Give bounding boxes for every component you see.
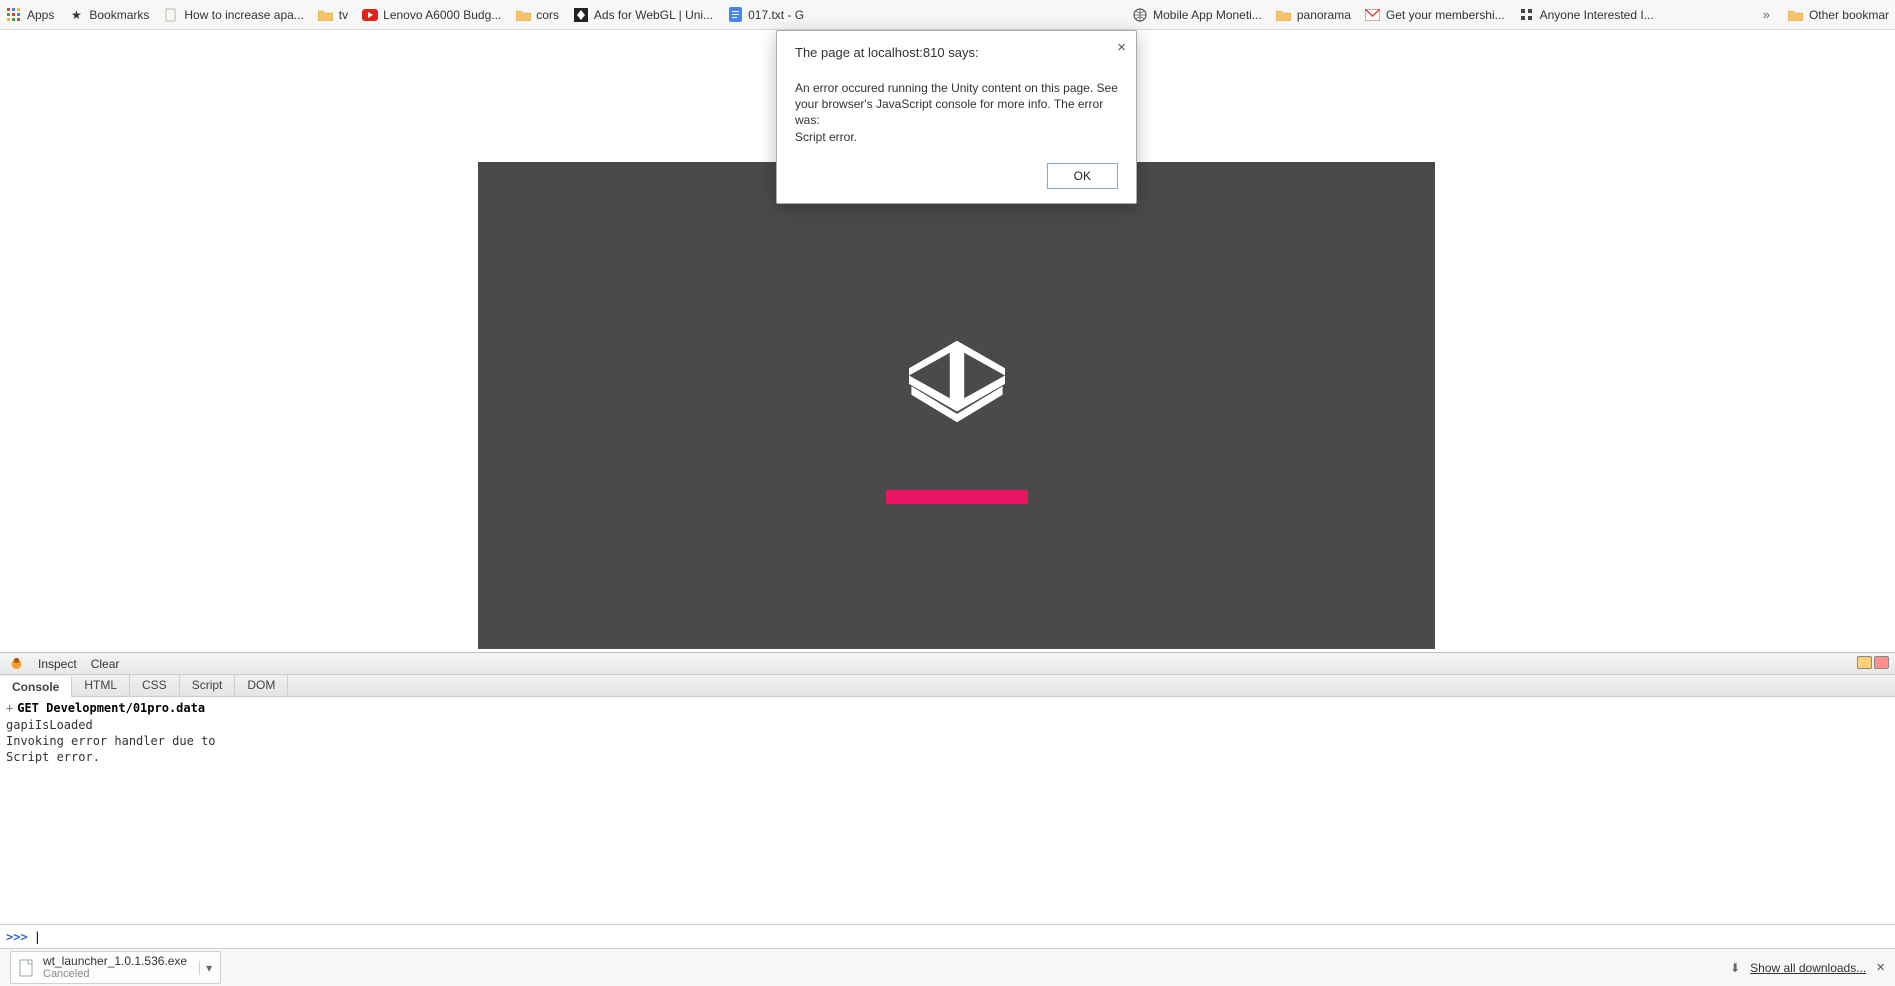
bookmark-label: cors xyxy=(536,8,559,22)
apps-grid-icon xyxy=(6,7,22,23)
download-filename: wt_launcher_1.0.1.536.exe xyxy=(43,955,187,968)
devtools-minimize-button[interactable] xyxy=(1857,656,1872,669)
bookmark-label: Get your membershi... xyxy=(1386,8,1505,22)
bookmark-label: Bookmarks xyxy=(89,8,149,22)
loading-progress-bar xyxy=(886,490,1028,504)
bookmarks-overflow-chevron[interactable]: » xyxy=(1759,7,1774,22)
folder-icon xyxy=(1276,7,1292,23)
devtools-toolbar: Inspect Clear xyxy=(0,653,1895,675)
unity-icon xyxy=(573,7,589,23)
grid-icon xyxy=(1519,7,1535,23)
download-item[interactable]: wt_launcher_1.0.1.536.exe Canceled ▾ xyxy=(10,951,221,984)
expand-toggle-icon[interactable]: + xyxy=(6,701,13,715)
devtools-tab-dom[interactable]: DOM xyxy=(235,675,288,696)
unity-logo-icon xyxy=(897,333,1017,458)
bookmark-gmail[interactable]: Get your membershi... xyxy=(1365,7,1505,23)
bookmark-label: Mobile App Moneti... xyxy=(1153,8,1262,22)
alert-title: The page at localhost:810 says: xyxy=(795,45,1118,60)
bookmark-link[interactable]: How to increase apa... xyxy=(163,7,303,23)
download-menu-chevron[interactable]: ▾ xyxy=(199,961,212,975)
bookmark-label: 017.txt - G xyxy=(748,8,804,22)
folder-icon xyxy=(515,7,531,23)
bookmark-label: Other bookmar xyxy=(1809,8,1889,22)
bookmark-label: Apps xyxy=(27,8,54,22)
devtools-close-button[interactable] xyxy=(1874,656,1889,669)
bookmark-folder-tv[interactable]: tv xyxy=(318,7,348,23)
show-all-downloads-link[interactable]: Show all downloads... xyxy=(1750,961,1866,975)
bookmark-unity[interactable]: Ads for WebGL | Uni... xyxy=(573,7,713,23)
console-log-line: gapiIsLoaded xyxy=(6,717,1889,733)
page-content: × The page at localhost:810 says: An err… xyxy=(0,30,1895,652)
bookmark-label: Ads for WebGL | Uni... xyxy=(594,8,713,22)
unity-player-canvas xyxy=(478,162,1435,649)
bookmark-other-folder[interactable]: Other bookmar xyxy=(1788,7,1889,23)
download-text: wt_launcher_1.0.1.536.exe Canceled xyxy=(43,955,187,980)
console-log-line: Invoking error handler due to xyxy=(6,733,1889,749)
devtools-tab-css[interactable]: CSS xyxy=(130,675,180,696)
file-icon xyxy=(19,959,35,977)
bookmark-label: How to increase apa... xyxy=(184,8,303,22)
close-downloads-bar-button[interactable]: × xyxy=(1876,959,1885,976)
alert-ok-button[interactable]: OK xyxy=(1047,163,1118,189)
folder-icon xyxy=(1788,7,1804,23)
bookmark-link[interactable]: Mobile App Moneti... xyxy=(1132,7,1262,23)
bookmark-folder-panorama[interactable]: panorama xyxy=(1276,7,1351,23)
devtools-window-controls xyxy=(1857,656,1889,669)
devtools-tab-script[interactable]: Script xyxy=(180,675,236,696)
bookmarks-bar: Apps ★ Bookmarks How to increase apa... … xyxy=(0,0,1895,30)
bookmark-label: tv xyxy=(339,8,348,22)
bookmark-bookmarks[interactable]: ★ Bookmarks xyxy=(68,7,149,23)
alert-close-button[interactable]: × xyxy=(1117,39,1126,56)
bookmark-youtube[interactable]: Lenovo A6000 Budg... xyxy=(362,7,501,23)
bookmark-folder-cors[interactable]: cors xyxy=(515,7,559,23)
gdoc-icon xyxy=(727,7,743,23)
console-log-line: Script error. xyxy=(6,749,1889,765)
devtools-clear-button[interactable]: Clear xyxy=(91,657,120,671)
youtube-icon xyxy=(362,7,378,23)
devtools-tab-html[interactable]: HTML xyxy=(72,675,130,696)
devtools-inspect-button[interactable]: Inspect xyxy=(38,657,77,671)
devtools-console-input-row[interactable]: >>> xyxy=(0,924,1895,948)
bookmark-gdoc[interactable]: 017.txt - G xyxy=(727,7,804,23)
download-status: Canceled xyxy=(43,968,187,980)
alert-body: An error occured running the Unity conte… xyxy=(795,80,1118,145)
bookmark-label: panorama xyxy=(1297,8,1351,22)
bookmark-apps[interactable]: Apps xyxy=(6,7,54,23)
devtools-panel: Inspect Clear Console HTML CSS Script DO… xyxy=(0,652,1895,948)
bookmark-label: Anyone Interested I... xyxy=(1540,8,1654,22)
devtools-tabs: Console HTML CSS Script DOM xyxy=(0,675,1895,697)
console-prompt-icon: >>> xyxy=(6,930,28,944)
console-input-caret[interactable] xyxy=(34,930,41,944)
folder-icon xyxy=(318,7,334,23)
alert-body-line: Script error. xyxy=(795,130,857,144)
javascript-alert-dialog: × The page at localhost:810 says: An err… xyxy=(776,30,1137,204)
devtools-console-output[interactable]: + GET Development/01pro.data gapiIsLoaded… xyxy=(0,697,1895,924)
bookmark-link[interactable]: Anyone Interested I... xyxy=(1519,7,1654,23)
download-arrow-icon: ⬇ xyxy=(1730,961,1740,975)
gmail-icon xyxy=(1365,7,1381,23)
page-icon xyxy=(163,7,179,23)
star-icon: ★ xyxy=(68,7,84,23)
devtools-tab-console[interactable]: Console xyxy=(0,676,72,697)
globe-icon xyxy=(1132,7,1148,23)
bookmark-label: Lenovo A6000 Budg... xyxy=(383,8,501,22)
firebug-icon[interactable] xyxy=(8,656,24,672)
downloads-bar: wt_launcher_1.0.1.536.exe Canceled ▾ ⬇ S… xyxy=(0,948,1895,986)
console-text: GET Development/01pro.data xyxy=(17,701,205,715)
alert-body-line: An error occured running the Unity conte… xyxy=(795,81,1093,95)
console-request-line[interactable]: + GET Development/01pro.data xyxy=(6,699,1889,717)
